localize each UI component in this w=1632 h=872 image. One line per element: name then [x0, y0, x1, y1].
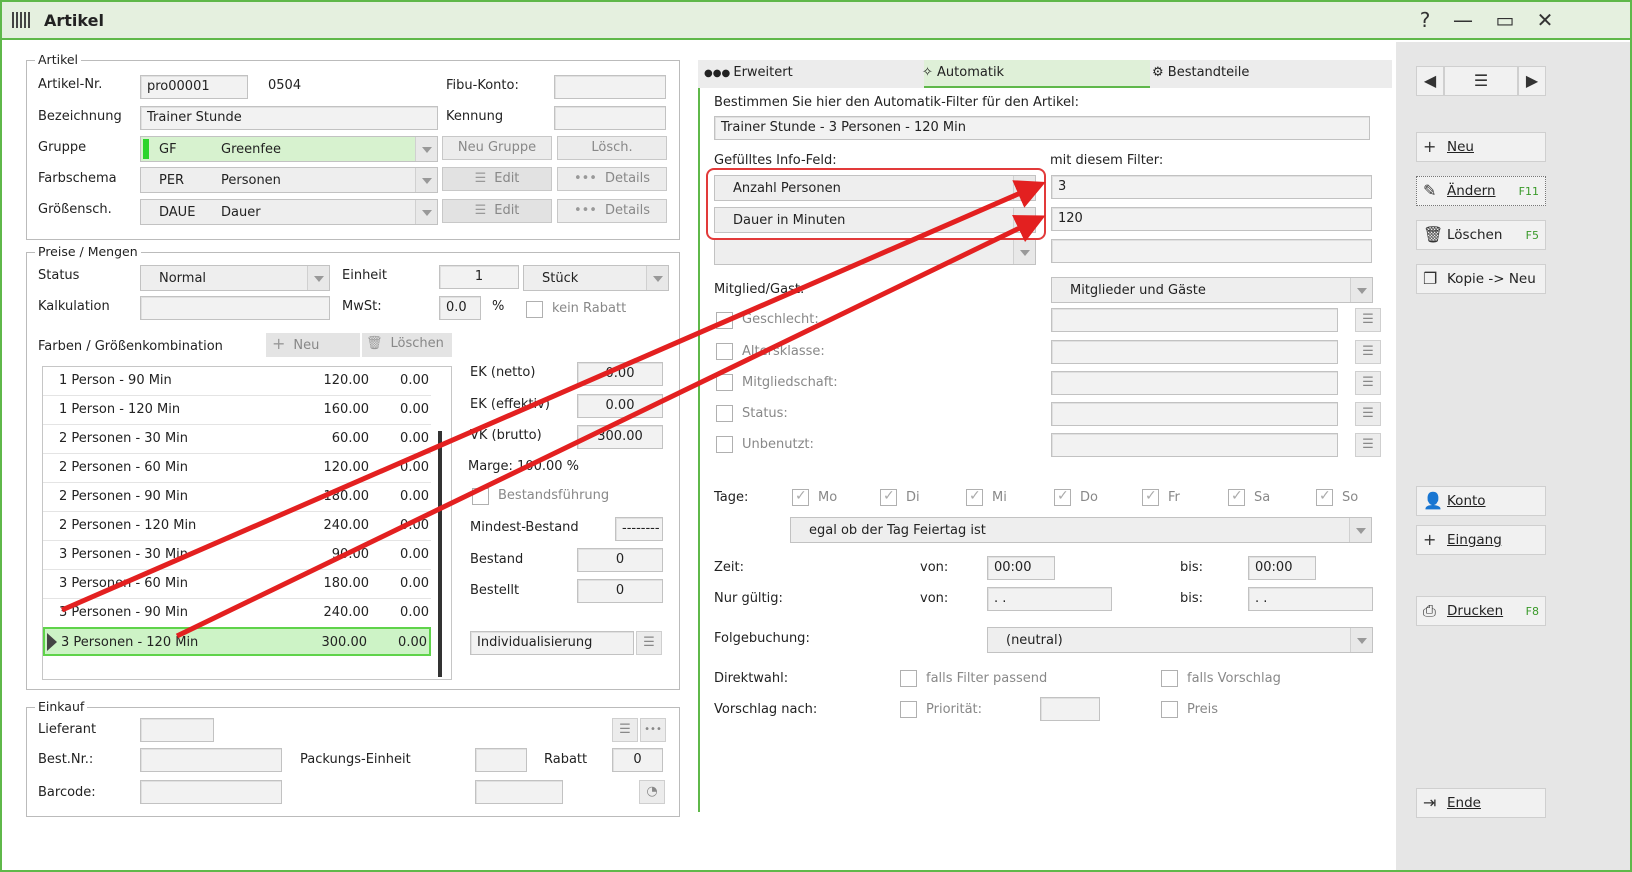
arrow-to-minuten: [175, 215, 1046, 639]
arrow-to-personen: [61, 180, 1046, 613]
artikel-window: Artikel ? — ▭ ✕ Artikel Artikel-Nr. pro0…: [0, 0, 1632, 872]
annotation-arrows: [61, 180, 1046, 639]
